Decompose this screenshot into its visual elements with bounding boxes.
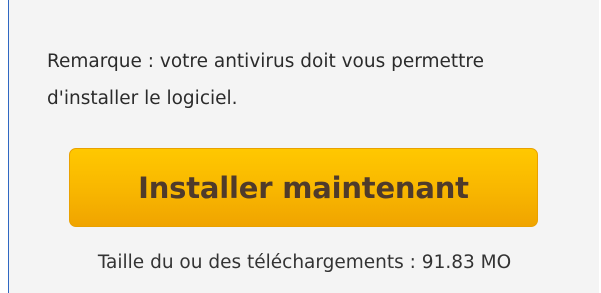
install-now-button[interactable]: Installer maintenant [69,148,538,227]
install-panel: Remarque : votre antivirus doit vous per… [8,0,599,293]
download-size-text: Taille du ou des téléchargements : 91.83… [97,252,512,273]
install-now-button-label: Installer maintenant [138,170,469,205]
antivirus-note: Remarque : votre antivirus doit vous per… [47,51,485,109]
